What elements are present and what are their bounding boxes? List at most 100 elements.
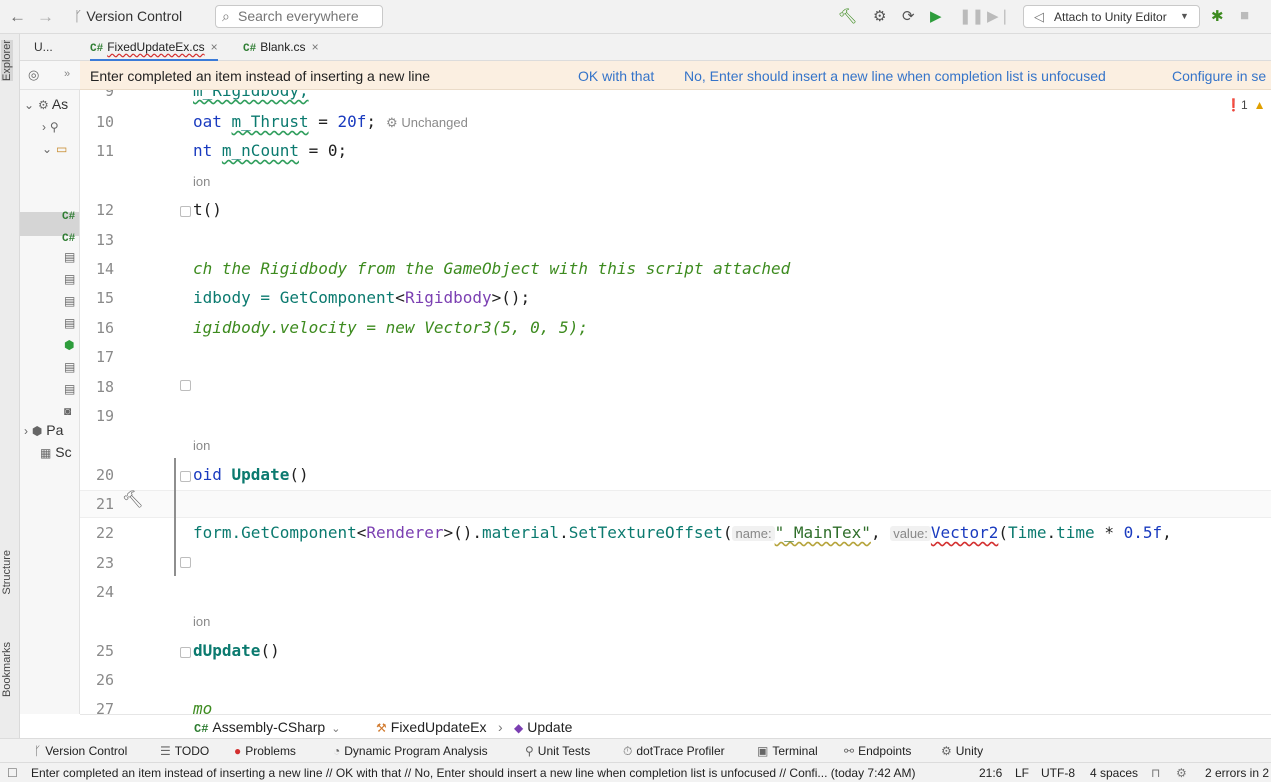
run-icon[interactable]: ▶ [930,7,942,25]
close-icon[interactable]: × [312,40,319,54]
indent-setting[interactable]: 4 spaces [1090,766,1138,780]
code-editor[interactable]: 🔨︎ ❗1 ▲ 9 10 11 12 13 14 15 16 17 18 19 2… [80,90,1271,714]
tool-version-control[interactable]: ᚴ Version Control [34,744,127,758]
line-ending[interactable]: LF [1015,766,1029,780]
code-token: >(). [443,523,482,542]
explorer-tool-tab[interactable]: Explorer [1,40,13,81]
chevron-down-icon: ⌄ [42,142,53,156]
close-icon[interactable]: × [211,40,218,54]
tool-label: Problems [245,744,296,758]
search-icon: ⌕ [222,8,230,24]
search-input[interactable] [238,8,378,24]
fold-marker[interactable] [180,380,191,391]
code-vision-hint[interactable]: ion [193,174,210,189]
resharper-icon[interactable]: ⚙ [1176,766,1187,780]
refresh-icon[interactable]: ⟳ [902,7,915,25]
more-icon[interactable]: » [64,68,70,80]
tool-terminal[interactable]: ▣ Terminal [757,744,818,758]
code-token: Renderer [366,523,444,542]
explorer-view-selector[interactable]: U... [20,34,80,61]
code-vision-hint[interactable]: ion [193,438,210,453]
tree-row-child1[interactable]: › ⚲ [42,118,59,134]
locate-icon[interactable]: ◎ [28,67,39,83]
file-row[interactable]: ▤ [64,248,75,264]
package-icon: ⬢ [31,424,43,438]
back-arrow-icon[interactable]: ← [9,7,26,27]
code-line-9: m_Rigidbody; [193,90,309,100]
list-icon: ☰ [160,744,171,758]
toggle-panel-icon[interactable]: ☐ [7,766,18,780]
search-everywhere[interactable]: ⌕ [215,5,383,28]
tab-fixedupdateex[interactable]: C# FixedUpdateEx.cs × [90,34,218,61]
line-number: 9 [104,90,114,100]
file-row[interactable]: ▤ [64,314,75,330]
code-token: . [1046,523,1057,542]
error-summary[interactable]: 2 errors in 2 [1205,766,1269,780]
file-row[interactable]: ▤ [64,270,75,286]
configure-link[interactable]: Configure in se [1172,68,1266,84]
tool-unity[interactable]: ⚙ Unity [941,744,983,758]
bookmarks-tool-tab[interactable]: Bookmarks [1,642,13,697]
file-row[interactable]: C# [62,206,75,223]
file-row[interactable]: ▤ [64,358,75,374]
code-vision-hint[interactable]: ion [193,614,210,629]
tree-row-assets[interactable]: ⌄ ⚙ As [24,96,68,112]
stop-icon[interactable]: ■ [1240,7,1249,24]
tab-blank[interactable]: C# Blank.cs × [243,34,319,61]
breadcrumb-assembly[interactable]: C# Assembly-CSharp ⌄ [194,719,340,736]
code-token: GetComponent [279,288,396,307]
pause-icon[interactable]: ❚❚ [959,7,984,25]
code-token: dUpdate [193,641,261,660]
text-file-icon: ▤ [64,316,76,330]
tool-label: dotTrace Profiler [636,744,725,758]
code-token: () [289,465,309,484]
inspection-widget[interactable]: ❗1 ▲ [1226,98,1266,112]
tree-row-packages[interactable]: › ⬢ Pa [24,422,63,438]
unity-serialized-hint[interactable]: ⚙ Unchanged [386,115,468,130]
ok-with-that-link[interactable]: OK with that [578,68,654,84]
file-encoding[interactable]: UTF-8 [1041,766,1075,780]
tool-dynamic-analysis[interactable]: ◔ Dynamic Program Analysis [333,744,488,758]
lock-icon[interactable]: ⊓ [1151,766,1160,780]
breadcrumb-class[interactable]: ⚒ FixedUpdateEx [376,719,486,735]
step-icon[interactable]: ▶❘ [987,7,1011,25]
tree-row-child2[interactable]: ⌄ ▭ [42,140,67,156]
tab-label: FixedUpdateEx.cs [107,40,205,54]
caret-position[interactable]: 21:6 [979,766,1002,780]
file-row[interactable]: ⬢ [64,336,74,352]
tool-endpoints[interactable]: ⚯ Endpoints [844,744,911,758]
fold-marker[interactable] [180,206,191,217]
scope-indicator [174,458,176,576]
code-token: Vector2 [930,523,999,542]
chevron-down-icon: ▼ [1180,11,1189,21]
status-message[interactable]: Enter completed an item instead of inser… [31,766,951,780]
hammer-icon[interactable]: 🔨︎ [122,490,144,510]
material-icon: ⬢ [64,338,75,352]
class-icon: ⚒ [376,721,387,735]
explorer-tools: ◎ » [20,61,80,90]
attach-to-unity-dropdown[interactable]: ◁ Attach to Unity Editor ▼ [1023,5,1200,28]
tool-label: TODO [174,744,210,758]
structure-tool-tab[interactable]: Structure [1,550,13,595]
tool-unit-tests[interactable]: ⚲ Unit Tests [525,744,590,758]
file-row[interactable]: ▤ [64,380,75,396]
file-row[interactable]: C# [62,228,75,245]
tree-row-scratches[interactable]: ▦ Sc [40,444,72,460]
debug-bug-icon[interactable]: ✱ [1211,7,1224,25]
unity-icon[interactable]: ⚙ [873,7,886,25]
build-hammer-icon[interactable]: 🔨︎ [838,7,857,25]
tool-todo[interactable]: ☰ TODO [160,744,209,758]
fold-marker[interactable] [180,647,191,658]
line-number: 18 [95,378,114,396]
file-row[interactable]: ▤ [64,292,75,308]
tool-problems[interactable]: ● Problems [234,744,296,758]
version-control-menu[interactable]: ᚴ Version Control [74,8,182,24]
node-icon: ⚲ [49,120,59,134]
breadcrumb-method[interactable]: ◆ Update [514,719,572,735]
fold-marker[interactable] [180,557,191,568]
file-row[interactable]: ◙ [64,402,71,418]
enter-new-line-link[interactable]: No, Enter should insert a new line when … [684,68,1106,84]
tool-dottrace[interactable]: ⏱ dotTrace Profiler [623,744,725,759]
fold-marker[interactable] [180,471,191,482]
forward-arrow-icon[interactable]: → [37,7,54,27]
